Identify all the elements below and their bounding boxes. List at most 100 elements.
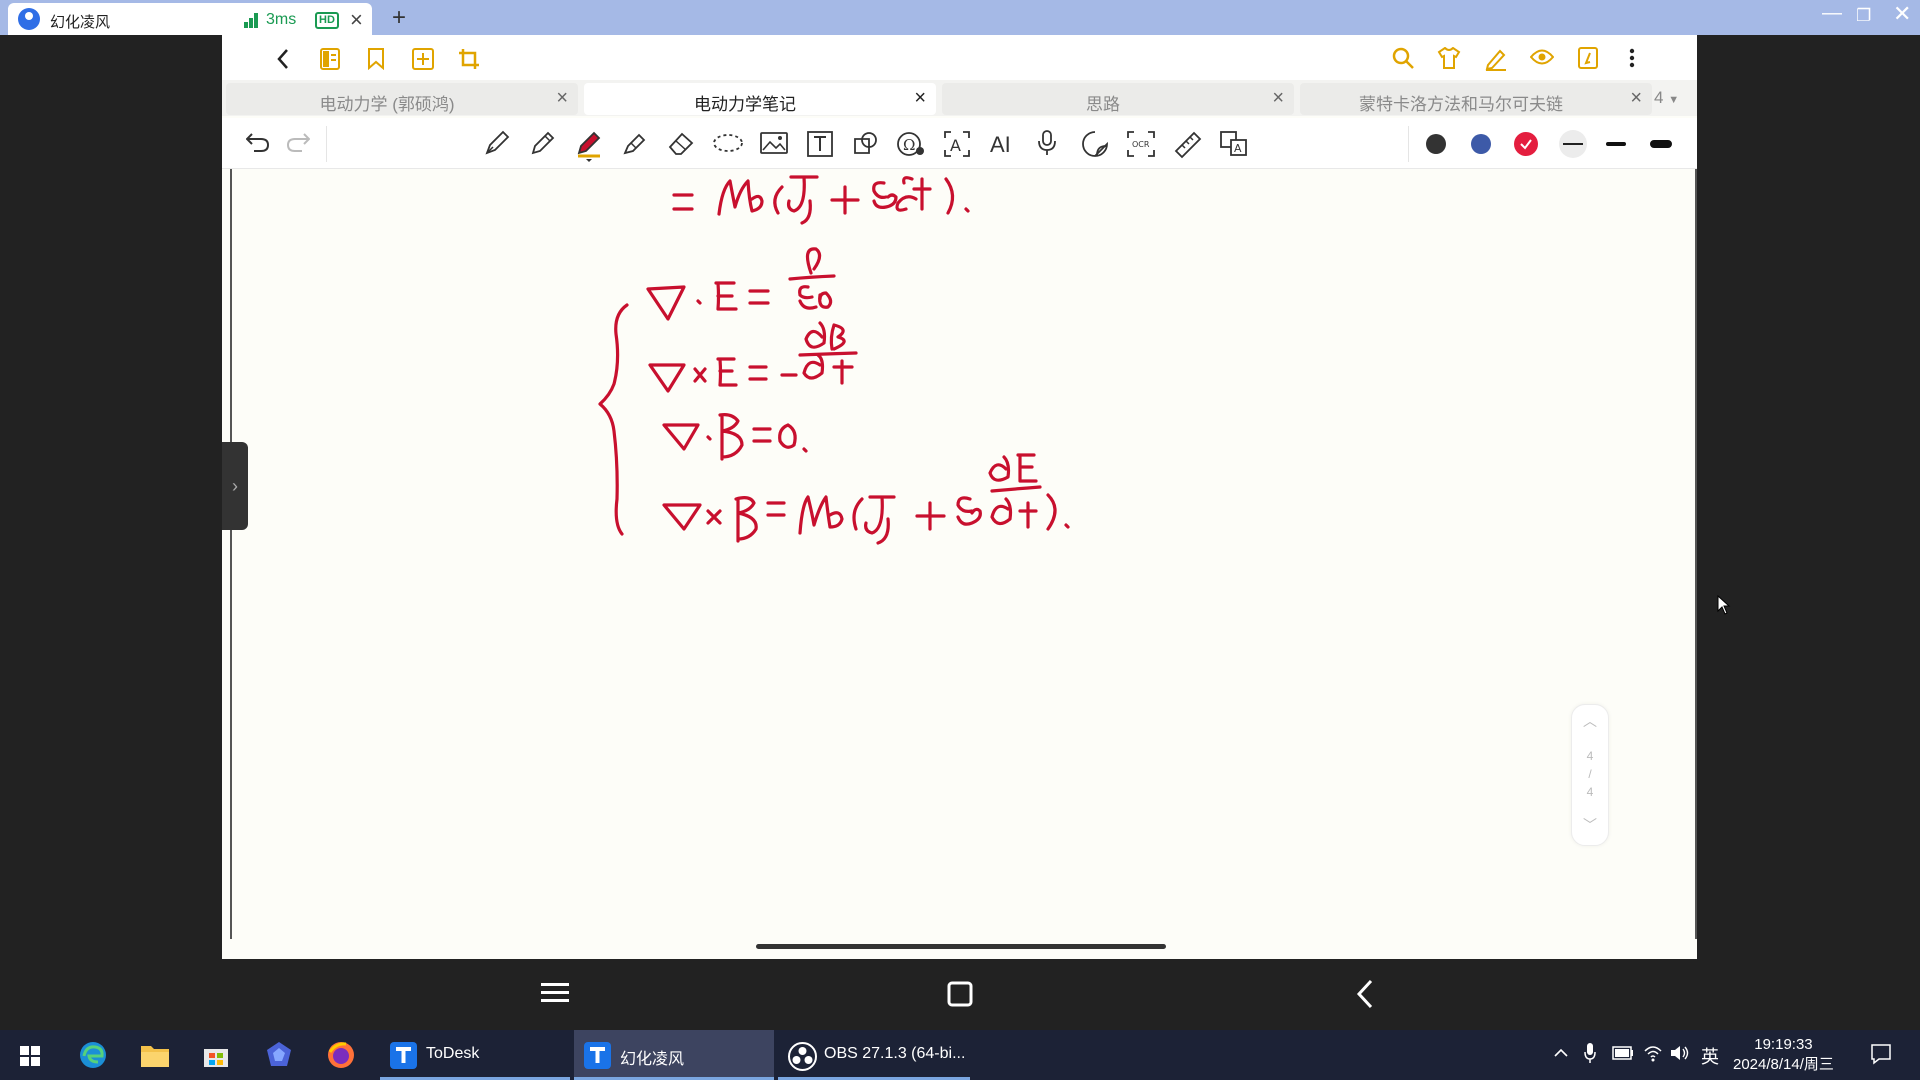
tray-volume-icon[interactable] bbox=[1670, 1044, 1690, 1067]
ai-text-icon[interactable]: AI bbox=[990, 132, 1011, 158]
taskbar-clock[interactable]: 19:19:33 2024/8/14/周三 bbox=[1733, 1035, 1834, 1075]
marker-pen-icon[interactable] bbox=[576, 130, 602, 162]
eraser-icon[interactable] bbox=[668, 130, 696, 156]
more-menu-icon[interactable] bbox=[1629, 47, 1635, 69]
tray-network-icon[interactable] bbox=[1643, 1043, 1663, 1068]
tab-count: 4 bbox=[1654, 88, 1664, 107]
sticker-icon[interactable] bbox=[1082, 131, 1108, 157]
obs-logo-icon bbox=[788, 1042, 817, 1071]
edge-browser-icon[interactable] bbox=[78, 1040, 108, 1070]
tab-label: 电动力学 (郭硕鸿) bbox=[319, 95, 455, 114]
translate-icon[interactable]: A bbox=[1220, 131, 1248, 157]
formula-recognize-icon[interactable]: Ω bbox=[896, 131, 926, 157]
microsoft-store-icon[interactable] bbox=[202, 1041, 230, 1069]
pencil-icon[interactable] bbox=[530, 130, 556, 156]
page-navigator[interactable]: ︿ 4 / 4 ﹀ bbox=[1571, 704, 1609, 846]
color-red-swatch-selected[interactable] bbox=[1514, 132, 1538, 156]
notes-app: 电动力学 (郭硕鸿) × 电动力学笔记 × 思路 × 蒙特卡洛方法和马尔可夫链 … bbox=[222, 35, 1697, 959]
tab-close-icon[interactable]: × bbox=[556, 87, 568, 110]
tab-montecarlo[interactable]: 蒙特卡洛方法和马尔可夫链 × bbox=[1300, 83, 1652, 115]
side-panel-toggle[interactable]: › bbox=[222, 442, 248, 530]
note-page-icon[interactable] bbox=[1578, 47, 1598, 69]
notification-center-icon[interactable] bbox=[1870, 1043, 1892, 1070]
gesture-home-bar[interactable] bbox=[756, 944, 1166, 949]
drawing-toolbar: Ω A AI OCR A bbox=[222, 118, 1697, 169]
tab-dianlixue-guo[interactable]: 电动力学 (郭硕鸿) × bbox=[226, 83, 578, 115]
tray-ime-indicator[interactable]: 英 bbox=[1701, 1043, 1719, 1069]
color-blue-swatch[interactable] bbox=[1471, 134, 1491, 154]
new-tab-icon[interactable]: + bbox=[392, 4, 406, 32]
chevron-right-icon: › bbox=[232, 476, 238, 496]
toolbar-divider bbox=[326, 126, 327, 162]
tab-label: 思路 bbox=[1086, 95, 1120, 114]
latency-value: 3ms bbox=[266, 11, 297, 28]
ruler-icon[interactable] bbox=[1174, 131, 1202, 159]
maxwell-equations-ink bbox=[598, 175, 1070, 545]
ocr-icon[interactable]: OCR bbox=[1127, 131, 1155, 157]
tab-close-icon[interactable]: × bbox=[914, 87, 926, 110]
lasso-icon[interactable] bbox=[712, 132, 744, 154]
tray-battery-icon[interactable] bbox=[1612, 1046, 1634, 1065]
window-close-icon[interactable]: ✕ bbox=[1893, 1, 1911, 27]
recent-apps-icon[interactable] bbox=[541, 981, 569, 1003]
tab-close-icon[interactable]: × bbox=[1272, 87, 1284, 110]
handwriting-canvas[interactable]: › ︿ 4 / 4 ﹀ bbox=[222, 169, 1697, 959]
page-up-icon[interactable]: ︿ bbox=[1572, 711, 1608, 731]
search-icon[interactable] bbox=[1392, 47, 1414, 69]
remote-window-titlebar: 幻化凌风 3ms HD × + — ❐ ✕ bbox=[0, 0, 1920, 35]
add-page-icon[interactable] bbox=[412, 48, 434, 70]
text-recognize-icon[interactable]: A bbox=[944, 131, 970, 157]
redo-icon[interactable] bbox=[286, 132, 310, 152]
tab-overflow-button[interactable]: 4 ▼ bbox=[1654, 88, 1679, 108]
remote-session-tab[interactable]: 幻化凌风 3ms HD × bbox=[8, 3, 372, 35]
pen-mode-icon[interactable] bbox=[1484, 47, 1508, 71]
shape-icon[interactable] bbox=[852, 131, 878, 157]
theme-shirt-icon[interactable] bbox=[1437, 47, 1461, 69]
restore-icon[interactable]: ❐ bbox=[1856, 6, 1871, 26]
taskbar-app-remote-session[interactable]: 幻化凌风 bbox=[574, 1030, 774, 1080]
view-eye-icon[interactable] bbox=[1530, 48, 1554, 66]
close-session-icon[interactable]: × bbox=[350, 7, 363, 33]
hd-quality-badge[interactable]: HD bbox=[315, 12, 339, 29]
taskbar-app-obs[interactable]: OBS 27.1.3 (64-bi... bbox=[778, 1030, 970, 1080]
copilot-icon[interactable] bbox=[264, 1040, 294, 1070]
clock-date: 2024/8/14/周三 bbox=[1733, 1056, 1834, 1073]
text-box-icon[interactable] bbox=[807, 131, 833, 157]
todesk-logo-icon bbox=[390, 1042, 417, 1069]
highlighter-icon[interactable] bbox=[622, 130, 648, 156]
tray-microphone-icon[interactable] bbox=[1584, 1042, 1596, 1069]
crop-icon[interactable] bbox=[458, 48, 480, 70]
svg-text:Ω: Ω bbox=[903, 136, 915, 154]
tab-label: 蒙特卡洛方法和马尔可夫链 bbox=[1359, 95, 1563, 114]
taskbar-app-label: 幻化凌风 bbox=[620, 1051, 685, 1068]
signal-strength-icon bbox=[244, 13, 260, 28]
page-down-icon[interactable]: ﹀ bbox=[1572, 815, 1608, 835]
stroke-medium-button[interactable] bbox=[1606, 142, 1626, 146]
bookmark-icon[interactable] bbox=[367, 48, 385, 70]
session-title: 幻化凌风 bbox=[50, 14, 111, 31]
stroke-thick-button[interactable] bbox=[1650, 140, 1672, 148]
color-black-swatch[interactable] bbox=[1426, 134, 1446, 154]
svg-text:A: A bbox=[950, 136, 961, 155]
current-page: 4 bbox=[1586, 749, 1594, 763]
android-back-icon[interactable] bbox=[1356, 979, 1374, 1009]
taskbar-app-todesk[interactable]: ToDesk bbox=[380, 1030, 570, 1080]
tray-overflow-icon[interactable] bbox=[1553, 1042, 1569, 1067]
home-icon[interactable] bbox=[947, 981, 973, 1007]
tab-silu[interactable]: 思路 × bbox=[942, 83, 1294, 115]
outline-panel-icon[interactable] bbox=[320, 48, 340, 70]
tab-dianlixue-notes[interactable]: 电动力学笔记 × bbox=[584, 83, 936, 115]
fountain-pen-icon[interactable] bbox=[484, 130, 510, 156]
toolbar-divider bbox=[1408, 126, 1409, 162]
windows-start-icon[interactable] bbox=[20, 1046, 40, 1066]
firefox-icon[interactable] bbox=[326, 1040, 356, 1070]
microphone-icon[interactable] bbox=[1037, 129, 1057, 157]
tab-close-icon[interactable]: × bbox=[1630, 87, 1642, 110]
taskbar-app-label: ToDesk bbox=[426, 1045, 480, 1062]
image-icon[interactable] bbox=[760, 131, 788, 155]
stroke-thin-button[interactable] bbox=[1559, 130, 1587, 158]
back-icon[interactable] bbox=[276, 48, 290, 70]
file-explorer-icon[interactable] bbox=[140, 1042, 170, 1068]
undo-icon[interactable] bbox=[246, 132, 270, 152]
minimize-icon[interactable]: — bbox=[1822, 2, 1842, 25]
